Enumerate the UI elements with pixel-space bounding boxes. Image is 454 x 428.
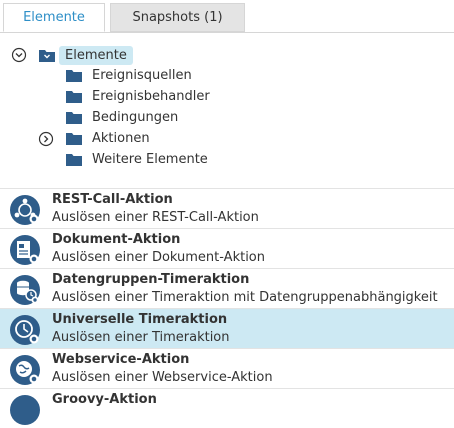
folder-icon (66, 154, 82, 166)
webservice-icon (10, 355, 40, 385)
folder-open-icon (39, 50, 55, 62)
expand-toggle-icon[interactable] (38, 131, 54, 147)
action-subtitle: Auslösen einer Timeraktion (52, 330, 230, 345)
groovy-icon (10, 395, 40, 425)
folder-icon (66, 133, 82, 145)
folder-icon (66, 112, 82, 124)
list-item-groovy[interactable]: Groovy-Aktion (0, 388, 454, 428)
folder-icon (66, 70, 82, 82)
action-subtitle: Auslösen einer Dokument-Aktion (52, 250, 265, 265)
action-title: REST-Call-Aktion (52, 192, 173, 207)
tab-bar: Elemente Snapshots (1) (0, 0, 454, 33)
tree-item-bedingungen[interactable]: Bedingungen (92, 109, 178, 127)
action-title: Universelle Timeraktion (52, 312, 228, 327)
timer-icon (10, 315, 40, 345)
tree-root-label[interactable]: Elemente (59, 46, 133, 65)
datagroup-timer-icon (10, 275, 40, 305)
action-title: Webservice-Aktion (52, 352, 190, 367)
list-item-dokument[interactable]: Dokument-Aktion Auslösen einer Dokument-… (0, 228, 454, 268)
tree-item-ereignisbehandler[interactable]: Ereignisbehandler (92, 88, 210, 106)
list-item-universelle-timer[interactable]: Universelle Timeraktion Auslösen einer T… (0, 308, 454, 348)
action-title: Datengruppen-Timeraktion (52, 272, 250, 287)
tree-item-ereignisquellen[interactable]: Ereignisquellen (92, 67, 192, 85)
tree-item-weitere-elemente[interactable]: Weitere Elemente (92, 151, 208, 169)
rest-call-icon (10, 195, 40, 225)
list-item-rest-call[interactable]: REST-Call-Aktion Auslösen einer REST-Cal… (0, 188, 454, 228)
collapse-toggle-icon[interactable] (11, 47, 27, 63)
document-icon (10, 235, 40, 265)
action-subtitle: Auslösen einer Webservice-Aktion (52, 370, 273, 385)
action-subtitle: Auslösen einer Timeraktion mit Datengrup… (52, 290, 438, 305)
tree-item-aktionen[interactable]: Aktionen (92, 130, 150, 148)
list-item-webservice[interactable]: Webservice-Aktion Auslösen einer Webserv… (0, 348, 454, 388)
action-title: Dokument-Aktion (52, 232, 181, 247)
tab-snapshots[interactable]: Snapshots (1) (110, 3, 245, 32)
folder-icon (66, 91, 82, 103)
list-item-datengruppen-timer[interactable]: Datengruppen-Timeraktion Auslösen einer … (0, 268, 454, 308)
tab-elemente[interactable]: Elemente (3, 3, 105, 32)
action-title: Groovy-Aktion (52, 392, 157, 407)
action-subtitle: Auslösen einer REST-Call-Aktion (52, 210, 259, 225)
